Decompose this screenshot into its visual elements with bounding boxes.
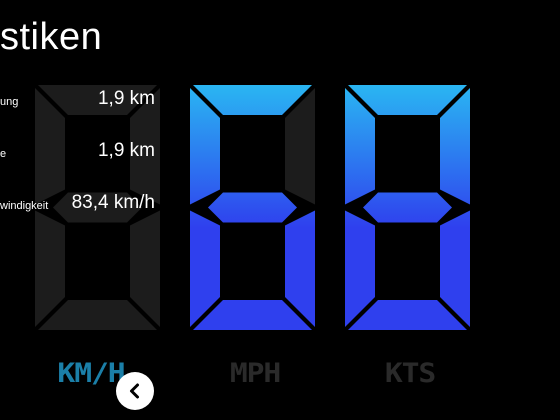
trip-stats: ung 1,9 km e 1,9 km windigkeit 83,4 km/h [0,84,175,240]
speed-digit-ones [345,85,470,330]
back-button[interactable] [116,372,154,410]
stat-row-speed: windigkeit 83,4 km/h [0,188,175,240]
unit-selector: KM/H MPH KTS [0,352,560,400]
segment-middle [208,192,297,223]
unit-kts-tab[interactable]: KTS [355,352,465,396]
chevron-left-icon [130,383,139,399]
stat-value: 1,9 km [97,88,155,109]
speed-digit-tens [190,85,315,330]
stat-value: 1,9 km [97,140,155,161]
stat-row-distance: ung 1,9 km [0,84,175,136]
stat-label: e [0,148,7,160]
stat-row-trip: e 1,9 km [0,136,175,188]
segment-middle [363,192,452,223]
stat-label: ung [0,96,19,108]
stat-value: 83,4 km/h [71,192,155,213]
page-title: stiken [0,16,103,58]
unit-mph-tab[interactable]: MPH [200,352,310,396]
stat-label: windigkeit [0,200,49,212]
